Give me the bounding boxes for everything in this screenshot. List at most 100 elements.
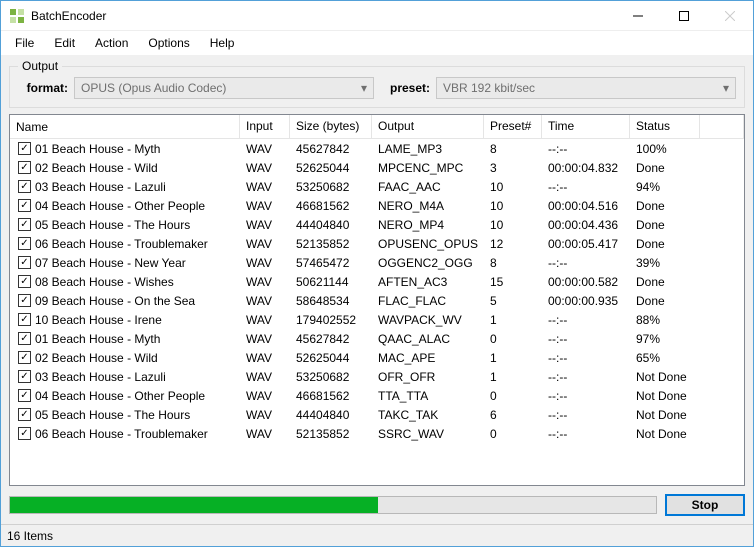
row-checkbox[interactable]: ✓	[18, 218, 31, 231]
row-checkbox[interactable]: ✓	[18, 142, 31, 155]
minimize-button[interactable]	[615, 1, 661, 31]
row-name: 03 Beach House - Lazuli	[35, 370, 166, 384]
row-checkbox[interactable]: ✓	[18, 161, 31, 174]
row-input: WAV	[240, 351, 290, 365]
row-checkbox[interactable]: ✓	[18, 389, 31, 402]
row-name: 06 Beach House - Troublemaker	[35, 427, 208, 441]
file-list[interactable]: Name Input Size (bytes) Output Preset# T…	[9, 114, 745, 486]
row-checkbox[interactable]: ✓	[18, 332, 31, 345]
menu-action[interactable]: Action	[87, 33, 136, 53]
stop-button[interactable]: Stop	[665, 494, 745, 516]
row-input: WAV	[240, 218, 290, 232]
row-size: 52625044	[290, 351, 372, 365]
row-checkbox[interactable]: ✓	[18, 237, 31, 250]
row-status: Done	[630, 275, 700, 289]
row-size: 57465472	[290, 256, 372, 270]
row-output: FAAC_AAC	[372, 180, 484, 194]
progress-fill	[10, 497, 378, 513]
preset-label: preset:	[380, 81, 430, 95]
table-row[interactable]: ✓06 Beach House - TroublemakerWAV5213585…	[10, 424, 744, 443]
table-row[interactable]: ✓05 Beach House - The HoursWAV44404840NE…	[10, 215, 744, 234]
table-row[interactable]: ✓05 Beach House - The HoursWAV44404840TA…	[10, 405, 744, 424]
row-time: --:--	[542, 180, 630, 194]
row-status: 65%	[630, 351, 700, 365]
row-checkbox[interactable]: ✓	[18, 427, 31, 440]
table-row[interactable]: ✓02 Beach House - WildWAV52625044MAC_APE…	[10, 348, 744, 367]
row-checkbox[interactable]: ✓	[18, 256, 31, 269]
col-input[interactable]: Input	[240, 115, 290, 138]
table-row[interactable]: ✓07 Beach House - New YearWAV57465472OGG…	[10, 253, 744, 272]
row-checkbox[interactable]: ✓	[18, 351, 31, 364]
table-row[interactable]: ✓06 Beach House - TroublemakerWAV5213585…	[10, 234, 744, 253]
row-size: 58648534	[290, 294, 372, 308]
col-time[interactable]: Time	[542, 115, 630, 138]
row-output: SSRC_WAV	[372, 427, 484, 441]
row-preset: 10	[484, 218, 542, 232]
menu-edit[interactable]: Edit	[46, 33, 83, 53]
output-group: Output format: OPUS (Opus Audio Codec) ▾…	[9, 59, 745, 108]
window-title: BatchEncoder	[31, 9, 106, 23]
row-checkbox[interactable]: ✓	[18, 313, 31, 326]
table-row[interactable]: ✓10 Beach House - IreneWAV179402552WAVPA…	[10, 310, 744, 329]
row-output: AFTEN_AC3	[372, 275, 484, 289]
row-checkbox[interactable]: ✓	[18, 180, 31, 193]
row-size: 44404840	[290, 218, 372, 232]
row-preset: 3	[484, 161, 542, 175]
row-size: 53250682	[290, 370, 372, 384]
titlebar[interactable]: BatchEncoder	[1, 1, 753, 31]
row-time: --:--	[542, 427, 630, 441]
format-dropdown[interactable]: OPUS (Opus Audio Codec) ▾	[74, 77, 374, 99]
menu-file[interactable]: File	[7, 33, 42, 53]
table-row[interactable]: ✓04 Beach House - Other PeopleWAV4668156…	[10, 196, 744, 215]
row-name: 10 Beach House - Irene	[35, 313, 162, 327]
table-row[interactable]: ✓08 Beach House - WishesWAV50621144AFTEN…	[10, 272, 744, 291]
row-input: WAV	[240, 427, 290, 441]
row-preset: 10	[484, 199, 542, 213]
progress-bar	[9, 496, 657, 514]
row-output: WAVPACK_WV	[372, 313, 484, 327]
col-spacer	[700, 115, 744, 138]
table-row[interactable]: ✓03 Beach House - LazuliWAV53250682FAAC_…	[10, 177, 744, 196]
row-status: Done	[630, 199, 700, 213]
app-window: BatchEncoder File Edit Action Options He…	[0, 0, 754, 547]
row-status: Done	[630, 161, 700, 175]
col-size[interactable]: Size (bytes)	[290, 115, 372, 138]
table-row[interactable]: ✓01 Beach House - MythWAV45627842LAME_MP…	[10, 139, 744, 158]
row-input: WAV	[240, 370, 290, 384]
row-checkbox[interactable]: ✓	[18, 294, 31, 307]
row-input: WAV	[240, 161, 290, 175]
row-output: TTA_TTA	[372, 389, 484, 403]
row-preset: 1	[484, 351, 542, 365]
menu-options[interactable]: Options	[140, 33, 197, 53]
row-name: 07 Beach House - New Year	[35, 256, 186, 270]
bottom-bar: Stop	[9, 486, 745, 524]
table-row[interactable]: ✓04 Beach House - Other PeopleWAV4668156…	[10, 386, 744, 405]
table-row[interactable]: ✓09 Beach House - On the SeaWAV58648534F…	[10, 291, 744, 310]
col-status[interactable]: Status	[630, 115, 700, 138]
table-row[interactable]: ✓02 Beach House - WildWAV52625044MPCENC_…	[10, 158, 744, 177]
preset-dropdown[interactable]: VBR 192 kbit/sec ▾	[436, 77, 736, 99]
row-preset: 5	[484, 294, 542, 308]
row-input: WAV	[240, 294, 290, 308]
table-row[interactable]: ✓03 Beach House - LazuliWAV53250682OFR_O…	[10, 367, 744, 386]
row-size: 50621144	[290, 275, 372, 289]
list-body[interactable]: ✓01 Beach House - MythWAV45627842LAME_MP…	[10, 139, 744, 485]
preset-value: VBR 192 kbit/sec	[443, 81, 535, 95]
row-checkbox[interactable]: ✓	[18, 275, 31, 288]
col-name[interactable]: Name	[10, 115, 240, 138]
row-checkbox[interactable]: ✓	[18, 408, 31, 421]
row-size: 53250682	[290, 180, 372, 194]
table-row[interactable]: ✓01 Beach House - MythWAV45627842QAAC_AL…	[10, 329, 744, 348]
row-checkbox[interactable]: ✓	[18, 199, 31, 212]
col-output[interactable]: Output	[372, 115, 484, 138]
row-preset: 6	[484, 408, 542, 422]
close-button[interactable]	[707, 1, 753, 31]
row-input: WAV	[240, 142, 290, 156]
menu-help[interactable]: Help	[202, 33, 243, 53]
col-preset[interactable]: Preset#	[484, 115, 542, 138]
row-status: Not Done	[630, 427, 700, 441]
maximize-button[interactable]	[661, 1, 707, 31]
row-checkbox[interactable]: ✓	[18, 370, 31, 383]
row-input: WAV	[240, 199, 290, 213]
row-input: WAV	[240, 237, 290, 251]
